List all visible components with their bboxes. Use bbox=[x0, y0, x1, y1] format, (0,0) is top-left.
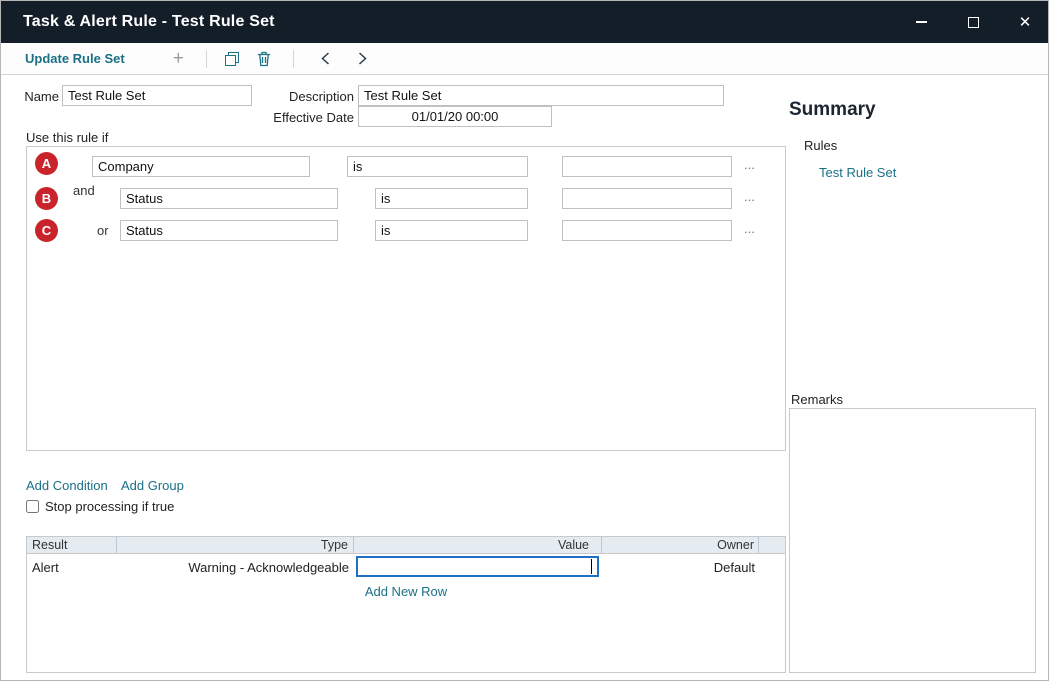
condition-badge-a: A bbox=[35, 152, 58, 175]
header-value: Value bbox=[354, 537, 602, 553]
update-rule-set-button[interactable]: Update Rule Set bbox=[25, 51, 125, 66]
trash-glyph bbox=[257, 51, 271, 67]
header-type: Type bbox=[117, 537, 354, 553]
maximize-button[interactable] bbox=[956, 1, 990, 43]
header-owner: Owner bbox=[602, 537, 759, 553]
result-cell: Alert bbox=[27, 560, 117, 575]
stop-processing-checkbox[interactable] bbox=[26, 500, 39, 513]
previous-record-button[interactable] bbox=[320, 51, 331, 66]
copy-glyph bbox=[225, 52, 239, 66]
summary-title: Summary bbox=[789, 99, 876, 121]
condition-c-value-input[interactable] bbox=[562, 220, 732, 241]
minimize-button[interactable] bbox=[904, 1, 938, 43]
stop-processing-label: Stop processing if true bbox=[45, 499, 174, 514]
add-icon[interactable]: + bbox=[173, 49, 184, 68]
name-input[interactable] bbox=[62, 85, 252, 106]
text-cursor bbox=[591, 559, 593, 574]
condition-badge-c: C bbox=[35, 219, 58, 242]
minimize-icon bbox=[916, 21, 927, 23]
owner-cell[interactable]: Default bbox=[602, 560, 759, 575]
results-header-row: Result Type Value Owner bbox=[27, 537, 785, 554]
chevron-right-icon bbox=[357, 51, 368, 66]
condition-c-more-button[interactable]: ... bbox=[744, 221, 755, 236]
condition-c-field-input[interactable] bbox=[120, 220, 338, 241]
header-result: Result bbox=[27, 537, 117, 553]
close-icon: ✕ bbox=[1019, 15, 1032, 30]
condition-b-value-input[interactable] bbox=[562, 188, 732, 209]
copy-icon[interactable] bbox=[225, 52, 239, 66]
add-new-row-link[interactable]: Add New Row bbox=[27, 584, 785, 599]
results-table: Result Type Value Owner Alert Warning - … bbox=[26, 536, 786, 673]
use-this-rule-if-label: Use this rule if bbox=[26, 130, 108, 145]
conjunction-or-label: or bbox=[97, 223, 109, 238]
value-input[interactable] bbox=[356, 556, 599, 577]
description-input[interactable] bbox=[358, 85, 724, 106]
toolbar-divider bbox=[293, 50, 294, 68]
condition-panel: A ... and B ... or C ... bbox=[26, 146, 786, 451]
delete-icon[interactable] bbox=[257, 51, 271, 67]
condition-a-field-input[interactable] bbox=[92, 156, 310, 177]
conjunction-and-label: and bbox=[73, 183, 95, 198]
stop-processing-row: Stop processing if true bbox=[26, 499, 174, 514]
remarks-label: Remarks bbox=[791, 392, 843, 407]
condition-a-more-button[interactable]: ... bbox=[744, 157, 755, 172]
add-condition-link[interactable]: Add Condition bbox=[26, 478, 108, 493]
effective-date-label: Effective Date bbox=[263, 110, 354, 125]
name-label: Name bbox=[21, 89, 59, 104]
maximize-icon bbox=[968, 17, 979, 28]
table-row: Alert Warning - Acknowledgeable Default bbox=[27, 554, 785, 580]
rules-label: Rules bbox=[804, 138, 837, 153]
window-controls: ✕ bbox=[886, 1, 1042, 43]
next-record-button[interactable] bbox=[357, 51, 368, 66]
type-cell[interactable]: Warning - Acknowledgeable bbox=[117, 560, 354, 575]
add-group-link[interactable]: Add Group bbox=[121, 478, 184, 493]
remarks-textarea[interactable] bbox=[789, 408, 1036, 673]
condition-a-value-input[interactable] bbox=[562, 156, 732, 177]
condition-c-operator-input[interactable] bbox=[375, 220, 528, 241]
condition-b-operator-input[interactable] bbox=[375, 188, 528, 209]
toolbar: Update Rule Set + bbox=[1, 43, 1048, 75]
task-alert-rule-window: Task & Alert Rule - Test Rule Set ✕ Upda… bbox=[0, 0, 1049, 681]
titlebar: Task & Alert Rule - Test Rule Set ✕ bbox=[1, 1, 1048, 43]
summary-rule-link[interactable]: Test Rule Set bbox=[819, 165, 896, 180]
value-cell bbox=[354, 554, 602, 580]
condition-b-field-input[interactable] bbox=[120, 188, 338, 209]
effective-date-input[interactable] bbox=[358, 106, 552, 127]
condition-b-more-button[interactable]: ... bbox=[744, 189, 755, 204]
description-label: Description bbox=[271, 89, 354, 104]
condition-a-operator-input[interactable] bbox=[347, 156, 528, 177]
condition-badge-b: B bbox=[35, 187, 58, 210]
window-title: Task & Alert Rule - Test Rule Set bbox=[23, 13, 275, 31]
chevron-left-icon bbox=[320, 51, 331, 66]
toolbar-divider bbox=[206, 50, 207, 68]
close-button[interactable]: ✕ bbox=[1008, 1, 1042, 43]
